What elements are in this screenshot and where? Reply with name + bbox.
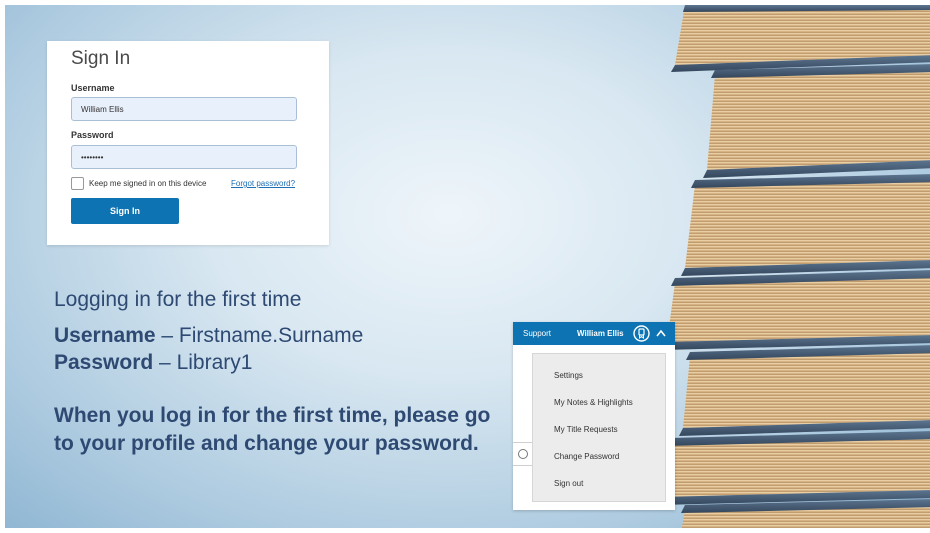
slide: Sign In Username William Ellis Password …: [5, 5, 930, 528]
menu-item-change-password[interactable]: Change Password: [554, 452, 619, 461]
password-line: Password – Library1: [54, 351, 252, 375]
menu-item-title-requests[interactable]: My Title Requests: [554, 425, 618, 434]
username-format: – Firstname.Surname: [155, 324, 364, 347]
book-stack-image: [659, 5, 930, 528]
account-dropdown: Settings My Notes & Highlights My Title …: [532, 353, 666, 502]
profile-icon[interactable]: [633, 325, 650, 342]
user-name-button[interactable]: William Ellis: [577, 329, 624, 338]
first-time-heading: Logging in for the first time: [54, 288, 302, 311]
username-line: Username – Firstname.Surname: [54, 324, 363, 348]
search-field-fragment[interactable]: [513, 442, 532, 466]
menu-item-sign-out[interactable]: Sign out: [554, 479, 583, 488]
account-bar: Support William Ellis: [513, 322, 675, 345]
support-link[interactable]: Support: [523, 329, 551, 338]
username-term: Username: [54, 324, 156, 347]
password-term: Password: [54, 351, 154, 374]
account-menu-panel: Support William Ellis Settings My Notes …: [513, 322, 675, 510]
change-password-instruction: When you log in for the first time, plea…: [54, 404, 491, 455]
menu-item-notes-highlights[interactable]: My Notes & Highlights: [554, 398, 633, 407]
signin-button[interactable]: Sign In: [71, 198, 179, 224]
password-label: Password: [71, 130, 114, 140]
menu-item-settings[interactable]: Settings: [554, 371, 583, 380]
keep-signed-in-checkbox[interactable]: [71, 177, 84, 190]
password-input[interactable]: ••••••••: [71, 145, 297, 169]
username-label: Username: [71, 83, 115, 93]
keep-signed-in-label: Keep me signed in on this device: [89, 179, 207, 188]
signin-title: Sign In: [71, 48, 131, 69]
username-input[interactable]: William Ellis: [71, 97, 297, 121]
chevron-up-icon[interactable]: [656, 329, 666, 337]
keep-signed-in-row: Keep me signed in on this device Forgot …: [71, 177, 311, 191]
search-icon: [518, 449, 528, 459]
default-password: – Library1: [153, 351, 253, 374]
signin-card: Sign In Username William Ellis Password …: [47, 41, 329, 245]
forgot-password-link[interactable]: Forgot password?: [231, 179, 295, 188]
